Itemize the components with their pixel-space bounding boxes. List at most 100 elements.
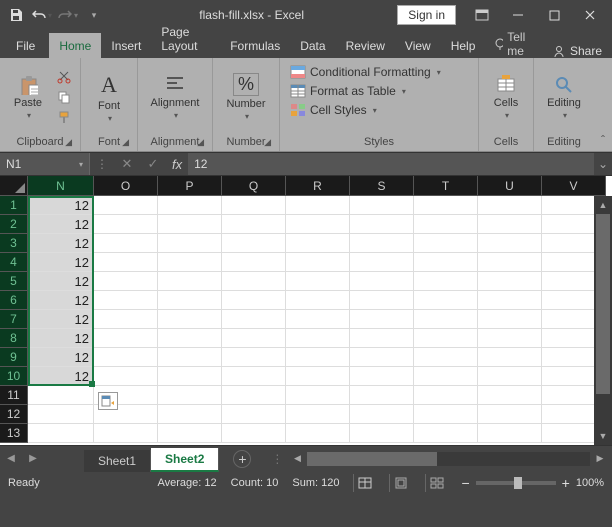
row-header[interactable]: 9 <box>0 348 28 367</box>
tab-formulas[interactable]: Formulas <box>220 33 290 58</box>
row-header[interactable]: 5 <box>0 272 28 291</box>
cell[interactable] <box>478 348 542 367</box>
copy-icon[interactable] <box>54 88 74 106</box>
maximize-icon[interactable] <box>536 1 572 29</box>
scroll-left-icon[interactable]: ◀ <box>289 453 305 464</box>
qat-customize-icon[interactable]: ▾ <box>82 3 106 27</box>
cell[interactable] <box>158 196 222 215</box>
sheet-tab-2[interactable]: Sheet2 <box>151 448 219 472</box>
tab-help[interactable]: Help <box>441 33 486 58</box>
cell[interactable] <box>94 329 158 348</box>
cell[interactable] <box>158 272 222 291</box>
cell[interactable] <box>286 424 350 443</box>
cell[interactable] <box>478 367 542 386</box>
cell[interactable] <box>286 215 350 234</box>
cell[interactable]: 12 <box>28 291 94 310</box>
cancel-formula-icon[interactable]: ✕ <box>114 156 140 172</box>
cell[interactable] <box>158 405 222 424</box>
cell[interactable] <box>222 424 286 443</box>
column-header[interactable]: P <box>158 176 222 196</box>
column-header[interactable]: N <box>28 176 94 196</box>
cell[interactable] <box>222 386 286 405</box>
dialog-launcher-icon[interactable]: ◢ <box>197 137 204 148</box>
close-icon[interactable] <box>572 1 608 29</box>
sheet-nav-prev-icon[interactable]: ◀ <box>0 447 22 471</box>
editing-button[interactable]: Editing▾ <box>540 63 588 131</box>
conditional-formatting-button[interactable]: Conditional Formatting▾ <box>286 64 472 80</box>
cell[interactable] <box>478 272 542 291</box>
cell[interactable] <box>286 272 350 291</box>
cell[interactable] <box>414 253 478 272</box>
row-header[interactable]: 10 <box>0 367 28 386</box>
cell[interactable] <box>94 310 158 329</box>
cell[interactable] <box>94 234 158 253</box>
row-header[interactable]: 13 <box>0 424 28 443</box>
cell[interactable] <box>158 348 222 367</box>
ribbon-options-icon[interactable] <box>464 1 500 29</box>
cells-button[interactable]: Cells▾ <box>485 63 527 131</box>
cell[interactable] <box>158 424 222 443</box>
row-header[interactable]: 4 <box>0 253 28 272</box>
cell[interactable] <box>222 253 286 272</box>
alignment-button[interactable]: Alignment▾ <box>144 63 206 131</box>
vertical-scrollbar[interactable]: ▲ ▼ <box>594 196 612 445</box>
tab-home[interactable]: Home <box>49 33 101 58</box>
cell[interactable]: 12 <box>28 196 94 215</box>
cell[interactable] <box>94 424 158 443</box>
cell[interactable]: 12 <box>28 272 94 291</box>
enter-formula-icon[interactable]: ✓ <box>140 156 166 172</box>
cell[interactable] <box>222 348 286 367</box>
scroll-right-icon[interactable]: ▶ <box>592 453 608 464</box>
tell-me[interactable]: Tell me <box>485 30 542 58</box>
normal-view-icon[interactable] <box>353 474 375 492</box>
cell[interactable] <box>286 196 350 215</box>
page-layout-view-icon[interactable] <box>389 474 411 492</box>
cell[interactable] <box>94 272 158 291</box>
cell[interactable] <box>414 348 478 367</box>
column-header[interactable]: S <box>350 176 414 196</box>
cell[interactable] <box>414 272 478 291</box>
cell[interactable] <box>222 234 286 253</box>
cell[interactable] <box>286 405 350 424</box>
cell[interactable] <box>286 329 350 348</box>
cell[interactable] <box>286 348 350 367</box>
dialog-launcher-icon[interactable]: ◢ <box>264 137 271 148</box>
cell[interactable] <box>222 215 286 234</box>
tab-review[interactable]: Review <box>336 33 395 58</box>
column-header[interactable]: Q <box>222 176 286 196</box>
cell[interactable] <box>286 367 350 386</box>
font-button[interactable]: A Font▾ <box>87 63 131 131</box>
minimize-icon[interactable] <box>500 1 536 29</box>
scroll-down-icon[interactable]: ▼ <box>594 427 612 445</box>
row-header[interactable]: 3 <box>0 234 28 253</box>
cell[interactable] <box>222 310 286 329</box>
cell[interactable]: 12 <box>28 253 94 272</box>
cell[interactable] <box>94 367 158 386</box>
zoom-control[interactable]: − + 100% <box>461 475 604 491</box>
hscroll-thumb[interactable] <box>307 452 437 466</box>
cell[interactable]: 12 <box>28 348 94 367</box>
cell[interactable] <box>478 310 542 329</box>
zoom-level[interactable]: 100% <box>576 477 604 489</box>
cell[interactable] <box>350 367 414 386</box>
cell[interactable] <box>222 291 286 310</box>
zoom-slider[interactable] <box>476 481 556 485</box>
cell[interactable] <box>28 386 94 405</box>
cell[interactable] <box>478 386 542 405</box>
cell[interactable] <box>158 386 222 405</box>
cell[interactable] <box>414 291 478 310</box>
cell[interactable]: 12 <box>28 367 94 386</box>
undo-icon[interactable]: ▾ <box>30 3 54 27</box>
cell[interactable] <box>414 424 478 443</box>
cell[interactable] <box>414 386 478 405</box>
cell[interactable] <box>94 253 158 272</box>
zoom-out-icon[interactable]: − <box>461 475 469 491</box>
save-icon[interactable] <box>4 3 28 27</box>
cell[interactable] <box>94 196 158 215</box>
cut-icon[interactable] <box>54 68 74 86</box>
cell[interactable] <box>222 329 286 348</box>
cell[interactable] <box>350 196 414 215</box>
cell-styles-button[interactable]: Cell Styles▾ <box>286 102 472 118</box>
cell[interactable] <box>478 253 542 272</box>
new-sheet-icon[interactable]: + <box>233 450 251 468</box>
